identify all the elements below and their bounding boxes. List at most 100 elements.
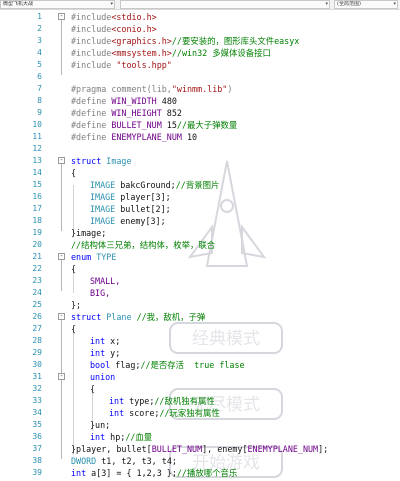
code-line[interactable]: 33 int type;//敌机独有属性 (0, 395, 400, 407)
code-line[interactable]: 39 int a[3] = { 1,2,3 };//播放哪个音乐 (0, 467, 400, 479)
member-dropdown[interactable]: (全局范围) ▾ (334, 0, 398, 9)
line-number: 24 (32, 288, 42, 297)
code-token: <stdio.h> (111, 12, 157, 22)
line-number: 8 (37, 96, 42, 105)
code-line[interactable]: 4 #include<mmsystem.h>//win32 多媒体设备接口 (0, 47, 400, 59)
code-text: { (71, 263, 76, 275)
code-token: TYPE (96, 252, 117, 262)
code-token: 480 (156, 96, 177, 106)
collapse-icon[interactable]: - (58, 253, 65, 260)
code-text: int y; (90, 347, 120, 359)
code-line[interactable]: 37}player, bullet[BULLET_NUM], enemy[ENE… (0, 443, 400, 455)
code-token: bakcGround; (120, 180, 176, 190)
code-line[interactable]: 25}; (0, 299, 400, 311)
code-line[interactable]: 6 (0, 71, 400, 83)
code-line[interactable]: 19}image; (0, 227, 400, 239)
code-token: t1, t2, t3, t4; (101, 456, 177, 466)
code-line[interactable]: 36 int hp;//血量 (0, 431, 400, 443)
line-number: 20 (32, 240, 42, 249)
line-number: 35 (32, 420, 42, 429)
code-line[interactable]: 2 #include<conio.h> (0, 23, 400, 35)
line-number: 31 (32, 372, 42, 381)
code-line[interactable]: 18 IMAGE enemy[3]; (0, 215, 400, 227)
code-token: <graphics.h> (111, 36, 172, 46)
line-number: 11 (32, 132, 42, 141)
code-line[interactable]: 30 bool flag;//是否存活 true flase (0, 359, 400, 371)
code-line[interactable]: 21 - enum TYPE (0, 251, 400, 263)
chevron-down-icon: ▾ (325, 1, 328, 7)
code-token: //最大子弹数量 (176, 120, 238, 130)
line-number: 5 (37, 60, 42, 69)
code-line[interactable]: 35}un; (0, 419, 400, 431)
code-token: <mmsystem.h> (111, 48, 172, 58)
code-line[interactable]: 15 IMAGE bakcGround;//背景图片 (0, 179, 400, 191)
collapse-icon[interactable]: - (58, 13, 65, 20)
code-line[interactable]: 22 { (0, 263, 400, 275)
code-token: #define (71, 120, 112, 130)
code-line[interactable]: 8 #define WIN_WIDTH 480 (0, 95, 400, 107)
code-line[interactable]: 31 - union (0, 371, 400, 383)
code-line[interactable]: 20 //结构体三兄弟，结构体，枚举，联合 (0, 239, 400, 251)
collapse-icon[interactable]: - (58, 313, 65, 320)
code-line[interactable]: 27 { (0, 323, 400, 335)
line-number: 17 (32, 204, 42, 213)
code-token: ], enemy[ (202, 444, 248, 454)
line-number: 29 (32, 348, 42, 357)
code-text: int hp;//血量 (90, 431, 152, 443)
code-text: #include<graphics.h>//要安装的，图形库头文件easyx (71, 35, 299, 47)
code-token: bool (90, 360, 116, 370)
code-editor[interactable]: 经典模式 无尽模式 开始游戏 1- #include<stdio.h> 2 #incl… (0, 11, 400, 481)
code-token: ]; (318, 444, 329, 454)
code-token: "winmm.lib" (171, 84, 228, 94)
project-dropdown[interactable]: 微型飞机大战 ▾ (0, 0, 115, 9)
code-token: //要安装的，图形库头文件easyx (171, 36, 300, 46)
code-line[interactable]: 28 int x; (0, 335, 400, 347)
code-line[interactable]: 24 BIG, (0, 287, 400, 299)
code-text: { (90, 383, 95, 395)
code-line[interactable]: 14 { (0, 167, 400, 179)
code-token: 15 (161, 120, 177, 130)
chevron-down-icon: ▾ (110, 1, 113, 7)
code-text: DWORD t1, t2, t3, t4; (71, 455, 177, 467)
code-line[interactable]: 38 DWORD t1, t2, t3, t4; (0, 455, 400, 467)
line-number: 36 (32, 432, 42, 441)
line-number: 25 (32, 300, 42, 309)
code-line[interactable]: 16 IMAGE player[3]; (0, 191, 400, 203)
scope-dropdown[interactable]: ▾ (120, 0, 330, 9)
code-token: #include (71, 12, 112, 22)
code-token: { (71, 324, 77, 334)
code-text: IMAGE bakcGround;//背景图片 (90, 179, 219, 191)
code-token: BIG, (90, 288, 111, 298)
code-line[interactable]: 17 IMAGE bullet[2]; (0, 203, 400, 215)
code-line[interactable]: 23 SMALL, (0, 275, 400, 287)
code-line[interactable]: 29 int y; (0, 347, 400, 359)
code-line[interactable]: 34 int score;//玩家独有属性 (0, 407, 400, 419)
code-token: int (90, 432, 111, 442)
code-token: bullet[2]; (120, 204, 171, 214)
code-line[interactable]: 7 #pragma comment(lib,"winmm.lib") (0, 83, 400, 95)
code-token: BULLET_NUM (151, 444, 203, 454)
code-line[interactable]: 10 #define BULLET_NUM 15//最大子弹数量 (0, 119, 400, 131)
code-line[interactable]: 12 (0, 143, 400, 155)
code-line[interactable]: 32 { (0, 383, 400, 395)
code-token: }image; (71, 228, 107, 238)
line-number: 37 (32, 444, 42, 453)
code-line[interactable]: 1 - #include<stdio.h> (0, 11, 400, 23)
line-number: 28 (32, 336, 42, 345)
code-token: { (71, 264, 77, 274)
code-line[interactable]: 9 #define WIN_HEIGHT 852 (0, 107, 400, 119)
code-line[interactable]: 5 #include "tools.hpp" (0, 59, 400, 71)
code-token: union (90, 372, 116, 382)
code-token: { (71, 168, 77, 178)
collapse-icon[interactable]: - (58, 373, 65, 380)
code-line[interactable]: 13 - struct Image (0, 155, 400, 167)
line-number: 12 (32, 144, 42, 153)
code-line[interactable]: 11 #define ENEMYPLANE_NUM 10 (0, 131, 400, 143)
code-line[interactable]: 26 - struct Plane //我，敌机，子弹 (0, 311, 400, 323)
collapse-icon[interactable]: - (58, 157, 65, 164)
code-token: a[3] = { 1,2,3 }; (91, 468, 177, 478)
code-token: hp; (110, 432, 126, 442)
code-token: IMAGE (90, 204, 121, 214)
code-line[interactable]: 3 #include<graphics.h>//要安装的，图形库头文件easyx (0, 35, 400, 47)
code-token: #include (71, 48, 112, 58)
